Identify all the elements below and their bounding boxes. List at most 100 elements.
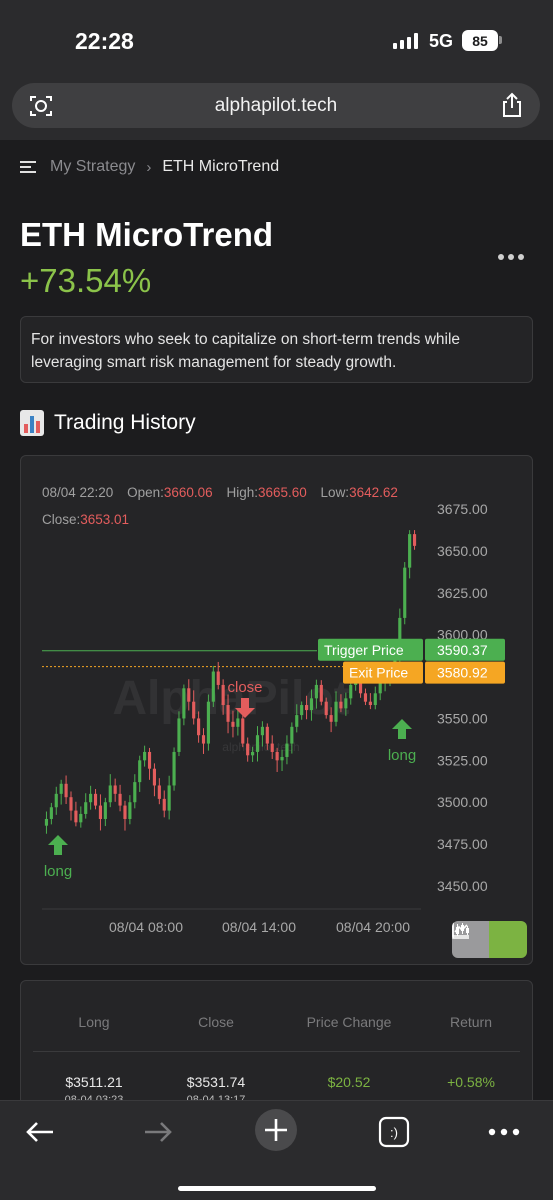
candle-body xyxy=(309,698,314,711)
trigger-price-value: 3590.37 xyxy=(437,642,488,658)
strategy-description: For investors who seek to capitalize on … xyxy=(20,316,533,383)
candle-body xyxy=(295,715,299,727)
ohlc-open-label: Open: xyxy=(127,485,164,500)
cell-price-change: $20.52 xyxy=(327,1074,371,1090)
candle-body xyxy=(152,768,156,786)
y-tick-label: 3525.00 xyxy=(437,752,488,768)
candle-body xyxy=(206,701,210,744)
candle-view-button[interactable] xyxy=(452,921,527,958)
y-tick-label: 3475.00 xyxy=(437,836,488,852)
tabs-button[interactable]: :) xyxy=(372,1114,416,1150)
cell-return: +0.58% xyxy=(447,1074,495,1090)
url-bar[interactable]: alphapilot.tech xyxy=(12,83,540,128)
share-icon[interactable] xyxy=(500,92,524,118)
candle-body xyxy=(74,810,78,823)
candle-body xyxy=(314,684,318,699)
page-title: ETH MicroTrend xyxy=(20,216,274,253)
more-options-icon[interactable] xyxy=(498,254,524,260)
candle-body xyxy=(89,793,93,803)
candle-body xyxy=(408,534,412,568)
trading-history-heading: Trading History xyxy=(20,410,196,436)
candle-body xyxy=(246,743,250,756)
candle-body xyxy=(211,671,215,702)
candle-body xyxy=(285,743,289,757)
ohlc-close: 3653.01 xyxy=(80,512,130,527)
candle-body xyxy=(128,802,132,819)
candle-body xyxy=(182,688,186,719)
cell-close-price: $3531.74 xyxy=(186,1074,246,1090)
col-header-return: Return xyxy=(449,1014,493,1030)
y-tick-label: 3675.00 xyxy=(437,501,488,517)
breadcrumb-parent[interactable]: My Strategy xyxy=(50,158,135,176)
candle-body xyxy=(403,567,407,618)
candle-body xyxy=(133,782,137,803)
candle-body xyxy=(344,698,348,709)
candle-body xyxy=(373,693,377,706)
menu-icon[interactable] xyxy=(20,160,36,174)
new-tab-button[interactable] xyxy=(254,1109,298,1151)
ellipsis-icon xyxy=(488,1128,520,1136)
ohlc-datetime: 08/04 22:20 xyxy=(42,485,114,500)
home-indicator xyxy=(178,1186,376,1191)
candle-body xyxy=(241,718,245,744)
candle-body xyxy=(300,705,304,716)
arrow-left-icon xyxy=(26,1122,53,1142)
candle-body xyxy=(216,671,220,685)
y-tick-label: 3625.00 xyxy=(437,585,488,601)
signal-icon xyxy=(393,33,418,49)
candle-body xyxy=(118,793,122,806)
forward-button[interactable] xyxy=(136,1114,180,1150)
candle-body xyxy=(329,715,333,722)
table-divider xyxy=(33,1051,520,1052)
chart-view-toggle[interactable] xyxy=(452,921,527,958)
long-arrow-icon xyxy=(48,835,68,855)
network-type: 5G xyxy=(429,31,454,51)
candle-body xyxy=(255,735,260,752)
status-time: 22:28 xyxy=(75,28,134,54)
trading-chart[interactable]: AlphaPilot alphapilot.tech 3675.00 3650.00 3… xyxy=(20,455,533,965)
more-menu-button[interactable] xyxy=(482,1114,526,1150)
strategy-return: +73.54% xyxy=(20,262,152,299)
long-marker-label: long xyxy=(44,863,72,880)
candle-body xyxy=(270,743,274,752)
candle-body xyxy=(290,726,294,744)
candle-body xyxy=(221,684,225,706)
candle-body xyxy=(172,751,176,786)
url-text[interactable]: alphapilot.tech xyxy=(12,95,540,117)
candlestick-icon xyxy=(452,922,469,939)
back-button[interactable] xyxy=(18,1114,62,1150)
y-tick-label: 3650.00 xyxy=(437,543,488,559)
trading-history-title: Trading History xyxy=(54,411,196,434)
candle-body xyxy=(339,701,343,709)
candle-body xyxy=(54,793,58,808)
ohlc-low: 3642.62 xyxy=(349,485,398,500)
ohlc-close-label: Close: xyxy=(42,512,81,527)
candle-body xyxy=(123,805,127,819)
candle-body xyxy=(236,718,240,727)
cell-long-price: $3511.21 xyxy=(65,1074,123,1090)
candle-body xyxy=(231,721,235,727)
candle-body xyxy=(167,785,171,811)
candle-body xyxy=(275,751,279,761)
bar-chart-icon xyxy=(20,410,44,436)
candle-body xyxy=(226,705,230,722)
ohlc-low-label: Low: xyxy=(320,485,350,500)
long-arrow-icon xyxy=(392,719,412,739)
long-marker-label: long xyxy=(388,747,416,764)
browser-chrome: 22:28 5G 85 alphapilot.tech xyxy=(0,0,553,140)
col-header-price-change: Price Change xyxy=(306,1014,392,1030)
ohlc-high: 3665.60 xyxy=(257,485,307,500)
candle-body xyxy=(84,802,88,814)
battery-icon: 85 xyxy=(462,30,498,51)
candle-body xyxy=(319,684,323,702)
browser-toolbar: :) xyxy=(0,1100,553,1200)
candle-body xyxy=(113,785,117,794)
candle-body xyxy=(162,798,166,811)
x-tick-label: 08/04 08:00 xyxy=(109,919,183,935)
candle-body xyxy=(280,756,284,761)
x-tick-label: 08/04 20:00 xyxy=(336,919,410,935)
candle-body xyxy=(363,693,368,702)
y-tick-label: 3550.00 xyxy=(437,710,488,726)
candle-body xyxy=(305,705,309,711)
candle-body xyxy=(260,726,264,736)
